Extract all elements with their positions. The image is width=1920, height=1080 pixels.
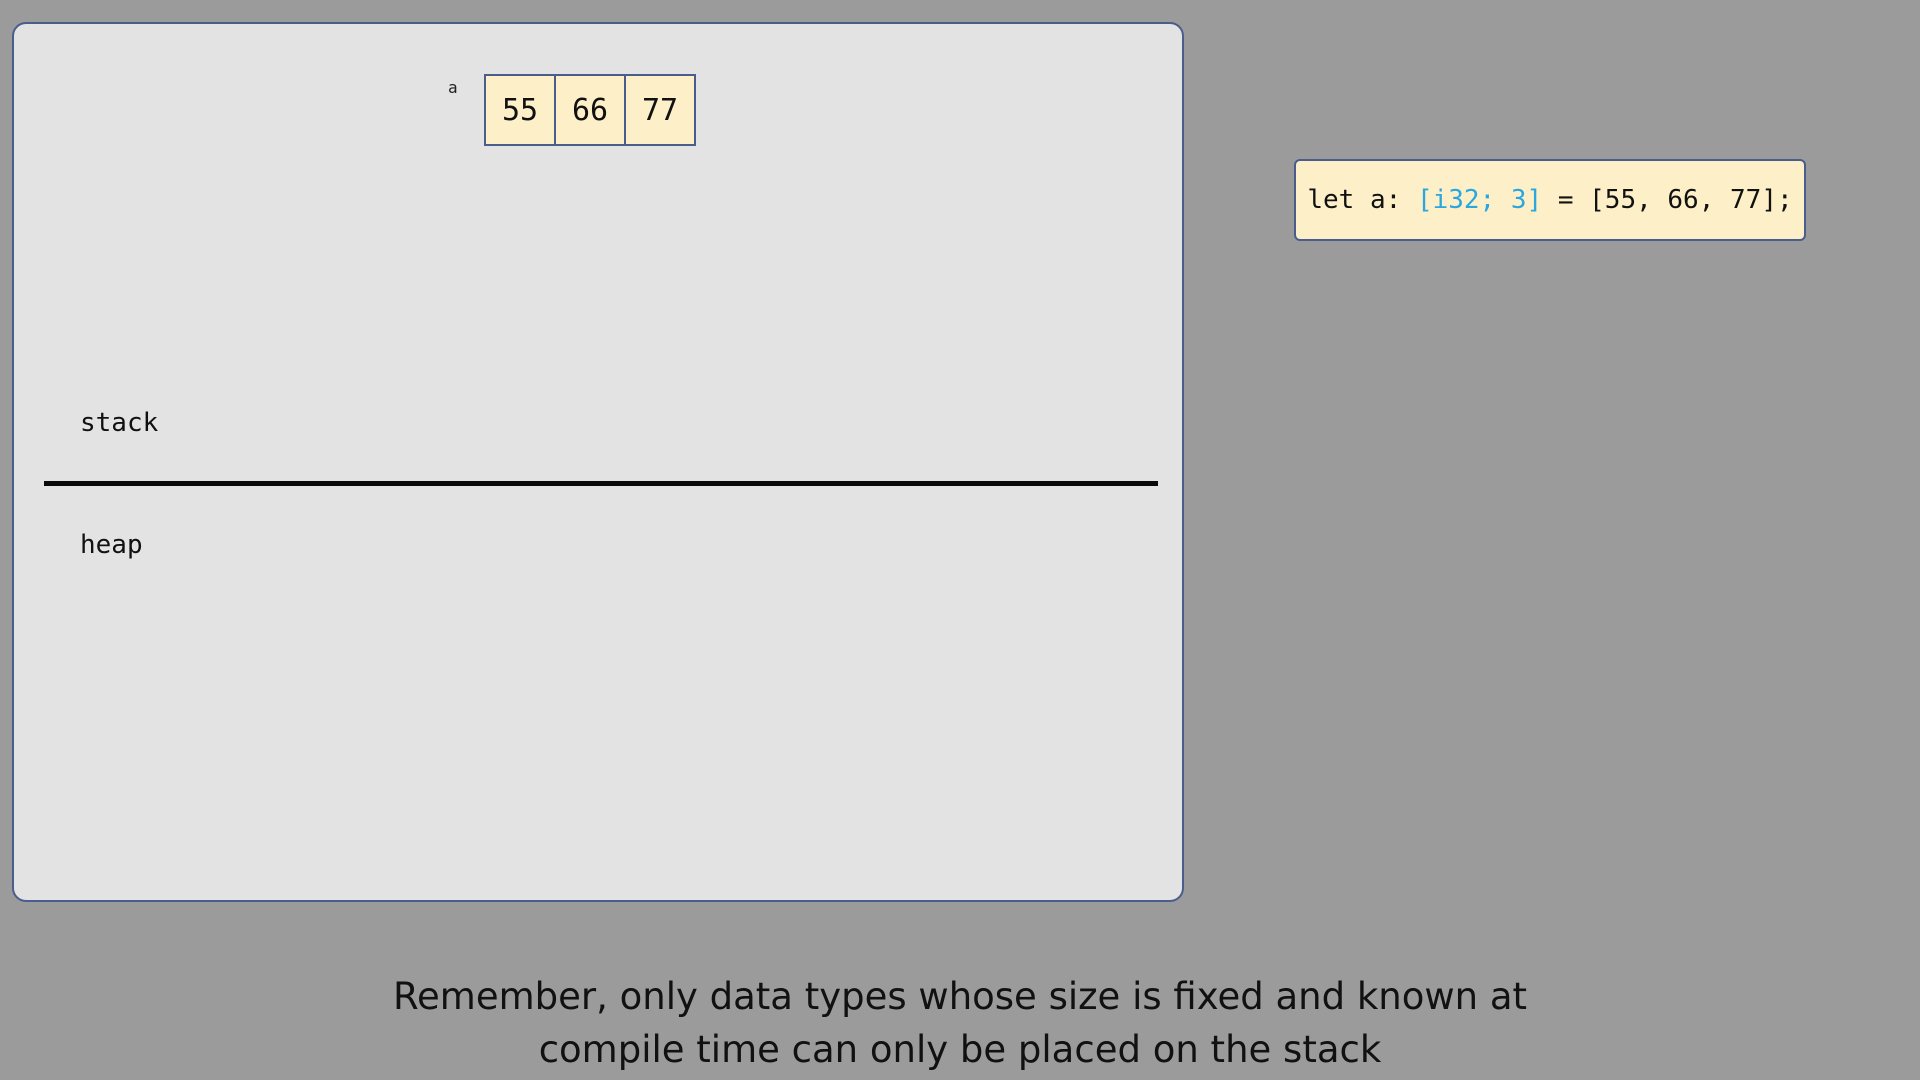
array-cells: 55 66 77: [484, 74, 696, 146]
caption-line-1: Remember, only data types whose size is …: [392, 975, 1528, 1018]
stack-heap-divider: [44, 481, 1158, 486]
stack-label: stack: [80, 408, 159, 438]
caption: Remember, only data types whose size is …: [0, 970, 1920, 1076]
code-snippet: let a: [i32; 3] = [55, 66, 77];: [1294, 159, 1806, 241]
array-cell: 55: [484, 74, 556, 146]
array-cell: 66: [554, 74, 626, 146]
memory-panel: a 55 66 77 stack heap: [12, 22, 1184, 902]
array-cell: 77: [624, 74, 696, 146]
caption-line-2: compile time can only be placed on the s…: [538, 1028, 1382, 1071]
heap-label: heap: [80, 530, 143, 560]
code-type: [i32; 3]: [1416, 185, 1543, 215]
variable-name-label: a: [448, 78, 458, 97]
code-suffix: = [55, 66, 77];: [1542, 185, 1793, 215]
code-prefix: let a:: [1307, 185, 1417, 215]
